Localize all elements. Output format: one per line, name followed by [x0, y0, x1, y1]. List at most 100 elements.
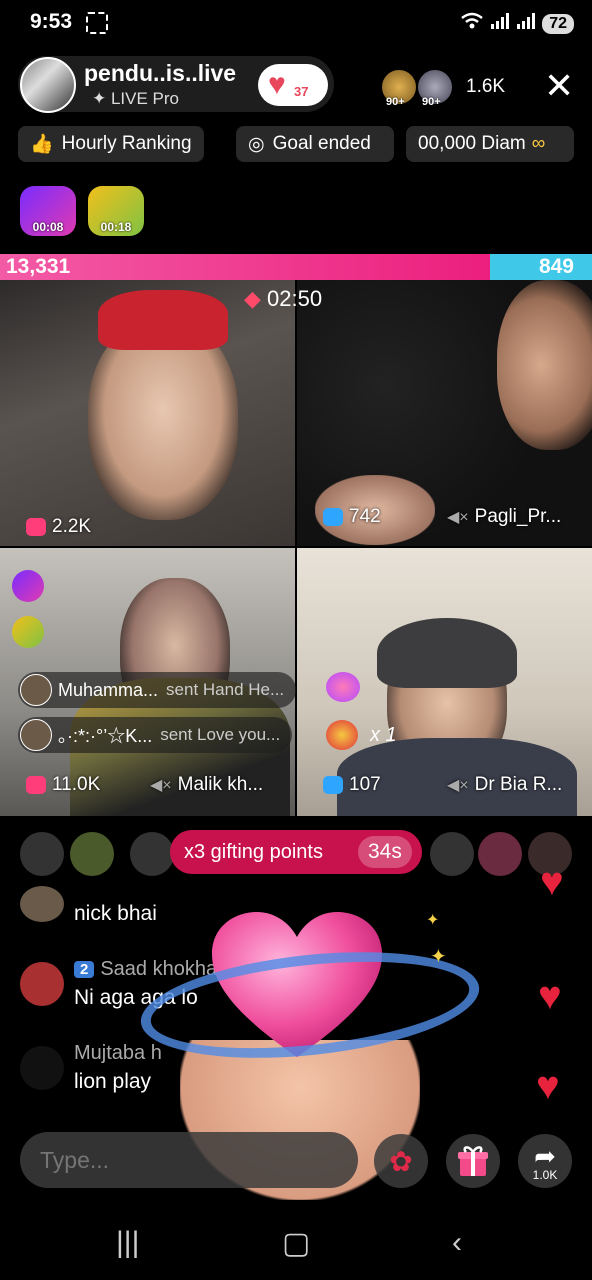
- hourglass-icon: ◆: [244, 286, 261, 311]
- rose-icon: ✿: [389, 1145, 413, 1177]
- tile-2-stat: 742: [323, 506, 381, 528]
- gift-multiplier: x 1: [370, 724, 397, 746]
- tile-3-name: Malik kh...: [177, 774, 264, 795]
- level-badge: 2: [74, 961, 95, 978]
- gift-icon: [326, 672, 360, 702]
- gifter-avatar[interactable]: [130, 832, 174, 876]
- comment-input[interactable]: [20, 1132, 358, 1188]
- commenter-avatar[interactable]: [20, 1046, 64, 1090]
- host-subtitle: ✦ LIVE Pro: [92, 89, 180, 108]
- boost-timer-2: 00:18: [100, 220, 132, 234]
- recent-apps-icon[interactable]: |||: [116, 1226, 139, 1260]
- clock: 9:53: [30, 10, 73, 33]
- floating-heart-icon: ♥: [540, 860, 564, 904]
- pk-timer: ◆ 02:50: [244, 286, 322, 312]
- tile-3-score: 11.0K: [52, 774, 101, 795]
- gift-text: sent Love you...: [160, 725, 281, 744]
- boost-badge-1[interactable]: 00:08: [20, 186, 76, 236]
- diamond-goal-label: 00,000 Diam: [418, 133, 526, 154]
- tile-2-name-row: ◀× Pagli_Pr...: [447, 506, 561, 528]
- gift-icon: [323, 776, 343, 794]
- signal-icon: [490, 13, 510, 34]
- gift-feed-item[interactable]: Muhamma... sent Hand He...: [18, 672, 297, 708]
- tile-3-name-row: ◀× Malik kh...: [150, 774, 263, 796]
- tile-3-stat: 11.0K: [26, 774, 100, 796]
- gifter-avatar[interactable]: [478, 832, 522, 876]
- hourly-ranking-chip[interactable]: 👍 Hourly Ranking: [18, 126, 204, 162]
- avatar: [20, 674, 52, 706]
- pk-left-score: 13,331: [6, 255, 71, 278]
- wifi-icon: [460, 12, 484, 35]
- gift-text: sent Hand He...: [166, 680, 285, 699]
- gifter-avatar[interactable]: [20, 832, 64, 876]
- gift-icon: [26, 518, 46, 536]
- gift-button[interactable]: [446, 1134, 500, 1188]
- hourly-ranking-label: Hourly Ranking: [61, 133, 192, 154]
- gifting-points-banner[interactable]: x3 gifting points 34s: [170, 830, 422, 874]
- share-button[interactable]: ➦ 1.0K: [518, 1134, 572, 1188]
- gift-sender: Muhamma...: [58, 679, 159, 700]
- goal-chip[interactable]: ◎ Goal ended: [236, 126, 394, 162]
- heart-icon: ♥: [268, 68, 286, 101]
- target-icon: ◎: [248, 133, 265, 155]
- mute-icon: ◀×: [447, 509, 469, 526]
- gift-feed-item[interactable]: 。·:*:·°’☆K... sent Love you...: [18, 717, 293, 753]
- pk-timer-value: 02:50: [267, 286, 323, 311]
- host-avatar[interactable]: [20, 57, 76, 113]
- comment-text: nick bhai: [74, 902, 157, 925]
- red-cap: [98, 290, 228, 350]
- sparkle-icon: ✦: [430, 946, 447, 968]
- avatar: [20, 719, 52, 751]
- tile-1-stat: 2.2K: [26, 516, 91, 538]
- tile-4-name: Dr Bia R...: [474, 774, 563, 795]
- gift-icon: [323, 508, 343, 526]
- gifter-avatar[interactable]: [430, 832, 474, 876]
- commenter-avatar[interactable]: [20, 886, 64, 922]
- screenshot-icon: [86, 12, 108, 34]
- tile-4-stat: 107: [323, 774, 381, 796]
- streamer-video: [497, 280, 592, 450]
- commenter-name: Mujtaba h: [74, 1042, 162, 1064]
- pk-right-score: 849: [538, 255, 574, 278]
- commenter-avatar[interactable]: [20, 962, 64, 1006]
- viewer-count[interactable]: 1.6K: [466, 76, 505, 98]
- back-icon[interactable]: ‹: [452, 1226, 462, 1260]
- status-icons: 72: [460, 12, 574, 35]
- gift-icon: [26, 776, 46, 794]
- sparkle-icon: ✦: [426, 912, 440, 929]
- gifting-countdown: 34s: [358, 836, 412, 868]
- diamond-goal-chip[interactable]: 00,000 Diam ∞: [406, 126, 574, 162]
- tile-2-name: Pagli_Pr...: [474, 506, 562, 527]
- tile-2-score: 742: [349, 506, 381, 527]
- headscarf: [377, 618, 517, 688]
- viewer-badge: 90+: [386, 96, 405, 108]
- boost-badge-2[interactable]: 00:18: [88, 186, 144, 236]
- boost-timer-1: 00:08: [32, 220, 64, 234]
- video-tile-2[interactable]: 742 ◀× Pagli_Pr...: [297, 280, 592, 546]
- home-icon[interactable]: ▢: [282, 1226, 310, 1261]
- boost-icon: [12, 570, 44, 602]
- top-viewer-avatar-1[interactable]: 90+: [380, 68, 418, 108]
- gifter-avatar[interactable]: [70, 832, 114, 876]
- share-count: 1.0K: [532, 1168, 558, 1182]
- tile-4-score: 107: [349, 774, 381, 795]
- mute-icon: ◀×: [447, 777, 469, 794]
- gifting-label: x3 gifting points: [184, 840, 323, 863]
- share-arrow-icon: ➦: [534, 1140, 556, 1171]
- love-gift-icon: [326, 720, 358, 750]
- battery-indicator: 72: [542, 13, 574, 34]
- streamer-video: [88, 320, 238, 520]
- glasses-icon: ∞: [531, 133, 546, 154]
- floating-heart-icon: ♥: [536, 1064, 560, 1108]
- top-viewer-avatar-2[interactable]: 90+: [416, 68, 454, 108]
- viewer-badge: 90+: [422, 96, 441, 108]
- status-bar: 9:53 72: [0, 0, 592, 50]
- floating-heart-icon: ♥: [538, 974, 562, 1018]
- tile-1-score: 2.2K: [52, 516, 92, 537]
- like-count: 37: [294, 84, 309, 99]
- video-tile-1[interactable]: 2.2K: [0, 280, 295, 546]
- level-2-icon: [12, 616, 44, 648]
- rose-gift-button[interactable]: ✿: [374, 1134, 428, 1188]
- close-icon[interactable]: ✕: [544, 68, 574, 104]
- gift-sender: 。·:*:·°’☆K...: [58, 726, 153, 746]
